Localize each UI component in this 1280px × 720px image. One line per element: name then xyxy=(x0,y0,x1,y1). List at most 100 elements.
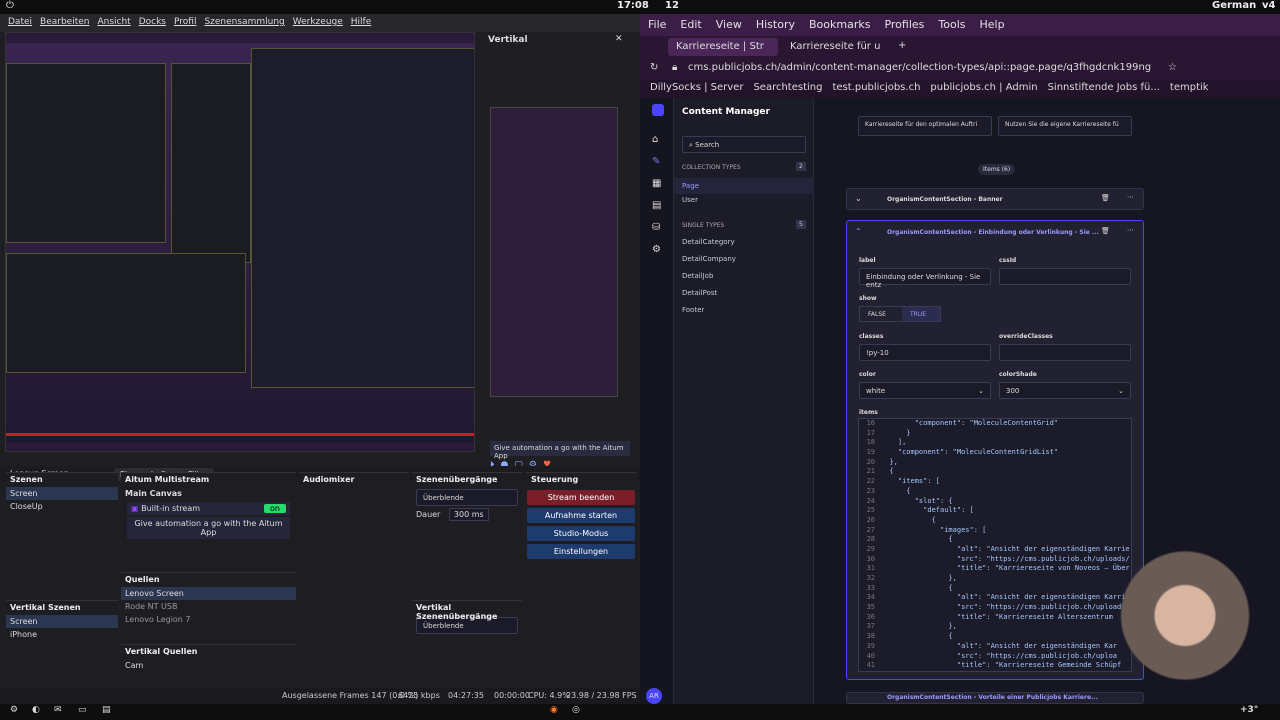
launcher-icon[interactable]: ◐ xyxy=(32,705,40,715)
duration-input[interactable]: 300 ms xyxy=(448,508,489,521)
transition-select[interactable]: Überblende xyxy=(416,489,518,506)
color-select[interactable]: white ⌄ xyxy=(859,382,991,399)
code-line[interactable]: 41 "title": "Karriereseite Gemeinde Schü… xyxy=(859,661,1131,671)
start-recording-button[interactable]: Aufnahme starten xyxy=(527,508,635,523)
scene-item[interactable]: Screen xyxy=(6,487,118,500)
collapse-icon[interactable]: ⌃ xyxy=(855,227,862,236)
obs-menu-werkzeuge[interactable]: Werkzeuge xyxy=(293,17,343,29)
code-line[interactable]: 37 }, xyxy=(859,622,1131,632)
menu-view[interactable]: View xyxy=(716,18,742,32)
cssid-input[interactable] xyxy=(999,268,1131,285)
search-input[interactable]: ⌕ Search xyxy=(682,136,806,153)
section-vorteile[interactable]: OrganismContentSection - Vorteile einer … xyxy=(846,692,1144,704)
section-banner[interactable]: ⌄ OrganismContentSection - Banner 🗑︎ ⋯ xyxy=(846,188,1144,210)
expand-icon[interactable]: ⌄ xyxy=(855,194,862,203)
stop-stream-button[interactable]: Stream beenden xyxy=(527,490,635,505)
keyboard-language[interactable]: German xyxy=(1212,0,1256,11)
bookmark-star-icon[interactable]: ☆ xyxy=(1168,62,1177,73)
item-button[interactable]: Nutzen Sie die eigene Karriereseite fü xyxy=(998,116,1132,136)
settings-icon[interactable]: ⚙ xyxy=(652,244,661,255)
obs-menu-ansicht[interactable]: Ansicht xyxy=(97,17,130,29)
menu-edit[interactable]: Edit xyxy=(680,18,701,32)
marketplace-icon[interactable]: ⛁ xyxy=(652,222,660,233)
menu-help[interactable]: Help xyxy=(980,18,1005,32)
bookmark-item[interactable]: publicjobs.ch | Admin xyxy=(930,82,1037,96)
code-line[interactable]: 22 "items": [ xyxy=(859,477,1131,487)
obs-menu-hilfe[interactable]: Hilfe xyxy=(351,17,371,29)
menu-profiles[interactable]: Profiles xyxy=(884,18,924,32)
files-icon[interactable]: ▤ xyxy=(102,705,111,715)
tab-active[interactable]: Karriereseite | Str xyxy=(668,38,778,56)
obs-menu-szenensammlung[interactable]: Szenensammlung xyxy=(204,17,284,29)
power-icon[interactable]: ⏻ xyxy=(6,0,14,11)
show-false[interactable]: FALSE xyxy=(868,311,886,318)
obs-menu-bearbeiten[interactable]: Bearbeiten xyxy=(40,17,89,29)
code-line[interactable]: 39 "alt": "Ansicht der eigenständigen Ka… xyxy=(859,642,1131,652)
json-code-editor[interactable]: 16 "component": "MoleculeContentGrid" 17 … xyxy=(858,418,1132,672)
bookmark-item[interactable]: Searchtesting xyxy=(753,82,822,96)
nav-item-detailjob[interactable]: DetailJob xyxy=(682,272,713,280)
delete-icon[interactable]: 🗑︎ xyxy=(1101,194,1110,202)
menu-tools[interactable]: Tools xyxy=(938,18,965,32)
code-line[interactable]: 25 "default": [ xyxy=(859,506,1131,516)
code-line[interactable]: 27 "images": [ xyxy=(859,526,1131,536)
stream-toggle[interactable]: on xyxy=(264,504,286,513)
more-icon[interactable]: ⋯ xyxy=(1127,226,1134,234)
nav-item-footer[interactable]: Footer xyxy=(682,306,704,314)
bookmark-item[interactable]: test.publicjobs.ch xyxy=(832,82,920,96)
nav-item-detailcategory[interactable]: DetailCategory xyxy=(682,238,735,246)
bookmark-item[interactable]: DillySocks | Server xyxy=(650,82,743,96)
avatar[interactable]: AR xyxy=(646,688,662,704)
new-tab-icon[interactable]: + xyxy=(898,40,906,51)
code-line[interactable]: 28 { xyxy=(859,535,1131,545)
close-icon[interactable]: ✕ xyxy=(615,34,623,44)
override-input[interactable] xyxy=(999,344,1131,361)
menu-file[interactable]: File xyxy=(648,18,666,32)
code-line[interactable]: 31 "title": "Karriereseite von Noveos – … xyxy=(859,564,1131,574)
code-line[interactable]: 20 }, xyxy=(859,458,1131,468)
mail-icon[interactable]: ✉ xyxy=(54,705,62,715)
code-line[interactable]: 35 "src": "https://cms.publicjob.ch/uplo… xyxy=(859,603,1131,613)
builder-icon[interactable]: ▤ xyxy=(652,200,661,211)
nav-item-detailpost[interactable]: DetailPost xyxy=(682,289,717,297)
vertical-canvas[interactable] xyxy=(490,107,618,397)
code-line[interactable]: 24 "slot": { xyxy=(859,497,1131,507)
code-line[interactable]: 29 "alt": "Ansicht der eigenständigen Ka… xyxy=(859,545,1131,555)
code-line[interactable]: 32 }, xyxy=(859,574,1131,584)
obs-menu-datei[interactable]: Datei xyxy=(8,17,32,29)
bookmark-item[interactable]: temptik xyxy=(1170,82,1209,96)
settings-button[interactable]: Einstellungen xyxy=(527,544,635,559)
source-item[interactable]: Lenovo Screen xyxy=(121,587,296,600)
delete-icon[interactable]: 🗑︎ xyxy=(1101,227,1110,235)
vertical-source-item[interactable]: Cam xyxy=(121,659,296,672)
scene-item[interactable]: CloseUp xyxy=(6,500,118,513)
nav-item-page[interactable]: Page xyxy=(674,178,814,194)
code-line[interactable]: 26 { xyxy=(859,516,1131,526)
show-toggle[interactable]: FALSE TRUE xyxy=(859,306,941,322)
obs-menu-docks[interactable]: Docks xyxy=(139,17,166,29)
code-line[interactable]: 30 "src": "https://cms.publicjob.ch/uplo… xyxy=(859,555,1131,565)
strapi-logo-icon[interactable] xyxy=(652,104,664,116)
source-item[interactable]: Rode NT USB xyxy=(121,600,296,613)
code-line[interactable]: 16 "component": "MoleculeContentGrid" xyxy=(859,419,1131,429)
terminal-icon[interactable]: ▭ xyxy=(78,705,87,715)
menu-history[interactable]: History xyxy=(756,18,795,32)
show-true[interactable]: TRUE xyxy=(902,307,940,321)
url-input[interactable]: cms.publicjobs.ch/admin/content-manager/… xyxy=(688,62,1158,73)
menu-bookmarks[interactable]: Bookmarks xyxy=(809,18,870,32)
nav-item-detailcompany[interactable]: DetailCompany xyxy=(682,255,736,263)
bookmark-item[interactable]: Sinnstiftende Jobs fü... xyxy=(1048,82,1160,96)
label-input[interactable]: Einbindung oder Verlinkung - Sie entz xyxy=(859,268,991,289)
code-line[interactable]: 23 { xyxy=(859,487,1131,497)
workspace-number[interactable]: 12 xyxy=(665,0,679,11)
settings-icon[interactable]: ⚙ xyxy=(10,705,18,715)
aitum-banner-button[interactable]: Give automation a go with the Aitum App xyxy=(127,517,290,539)
nav-item-user[interactable]: User xyxy=(682,196,698,204)
builtin-stream-row[interactable]: ▣ Built-in stream on xyxy=(127,502,290,515)
classes-input[interactable]: !py-10 xyxy=(859,344,991,361)
code-line[interactable]: 17 } xyxy=(859,429,1131,439)
code-line[interactable]: 33 { xyxy=(859,584,1131,594)
more-icon[interactable]: ⋯ xyxy=(1127,193,1134,201)
content-manager-icon[interactable]: ✎ xyxy=(652,156,660,167)
main-preview[interactable] xyxy=(5,32,475,452)
